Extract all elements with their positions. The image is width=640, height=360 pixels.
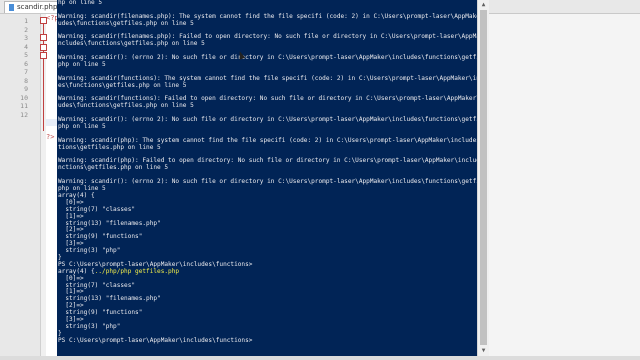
terminal-line: php on line 5: [58, 185, 106, 193]
terminal-line: Warning: scandir(): (errno 2): No such f…: [58, 116, 478, 124]
line-number: 10: [20, 93, 28, 102]
line-number: 11: [20, 102, 28, 110]
line-number: 4: [24, 42, 28, 51]
terminal-line: ncludes\functions\getfiles.php on line 5: [58, 40, 205, 48]
line-number: 7: [24, 68, 28, 76]
fold-marker[interactable]: [40, 52, 47, 59]
scroll-up-icon[interactable]: ▲: [480, 1, 487, 8]
terminal-line: [3]=>: [58, 315, 84, 323]
line-number: 12: [20, 110, 28, 119]
line-number: 2: [24, 25, 28, 34]
terminal-line: string(9) "functions": [58, 233, 143, 241]
terminal-line: hp on line 5: [58, 0, 103, 6]
terminal-line: array(4) {: [58, 191, 95, 199]
terminal-line: php on line 5: [58, 61, 106, 69]
terminal-scrollbar[interactable]: ▲ ▼: [477, 0, 489, 356]
line-number: 9: [24, 85, 28, 93]
terminal-output: hp on line 5 Warning: scandir(filenames.p…: [58, 0, 478, 345]
line-number: 1: [24, 17, 28, 25]
terminal-line: string(3) "php": [58, 247, 121, 255]
line-number: 3: [24, 34, 28, 42]
terminal-line: string(9) "functions": [58, 309, 143, 317]
terminal-line: nctions\getfiles.php on line 5: [58, 164, 169, 172]
terminal-line: string(13) "filenames.php": [58, 219, 161, 227]
php-file-icon: [9, 4, 14, 11]
terminal-line: string(13) "filenames.php": [58, 295, 161, 303]
terminal-line: PS C:\Users\prompt-laser\AppMaker\includ…: [58, 336, 257, 344]
fold-marker[interactable]: [40, 44, 47, 51]
line-number-gutter: 1 2 3 4 5 6 7 8 9 10 11 12: [0, 14, 41, 360]
file-tab-label: scandir.php: [17, 3, 58, 11]
terminal-line: tions\getfiles.php on line 5: [58, 143, 161, 151]
terminal-line: array(4) {../php/php getfiles.php: [58, 267, 180, 275]
line-number: 6: [24, 59, 28, 68]
scroll-thumb[interactable]: [480, 10, 487, 345]
terminal-line: php on line 5: [58, 123, 106, 131]
editor-right-area: [488, 14, 640, 360]
typed-command: ../php/php getfiles.php: [94, 267, 180, 275]
powershell-window[interactable]: hp on line 5 Warning: scandir(filenames.p…: [57, 0, 488, 356]
terminal-line: udes\functions\getfiles.php on line 5: [58, 102, 194, 110]
php-close-tag: ?>: [46, 133, 55, 141]
terminal-line: [3]=>: [58, 240, 84, 248]
terminal-line: string(7) "classes": [58, 205, 136, 213]
terminal-line: Warning: scandir(): (errno 2): No such f…: [58, 54, 478, 62]
terminal-line: Warning: scandir(): (errno 2): No such f…: [58, 178, 478, 186]
fold-marker[interactable]: [40, 34, 47, 41]
line-number: 5: [24, 51, 28, 59]
terminal-line: es\functions\getfiles.php on line 5: [58, 81, 187, 89]
line-number: 8: [24, 76, 28, 85]
taskbar-edge: [0, 356, 640, 360]
terminal-line: string(7) "classes": [58, 281, 136, 289]
terminal-line: udes\functions\getfiles.php on line 5: [58, 19, 194, 27]
terminal-line: string(3) "php": [58, 322, 121, 330]
scroll-down-icon[interactable]: ▼: [480, 347, 487, 354]
